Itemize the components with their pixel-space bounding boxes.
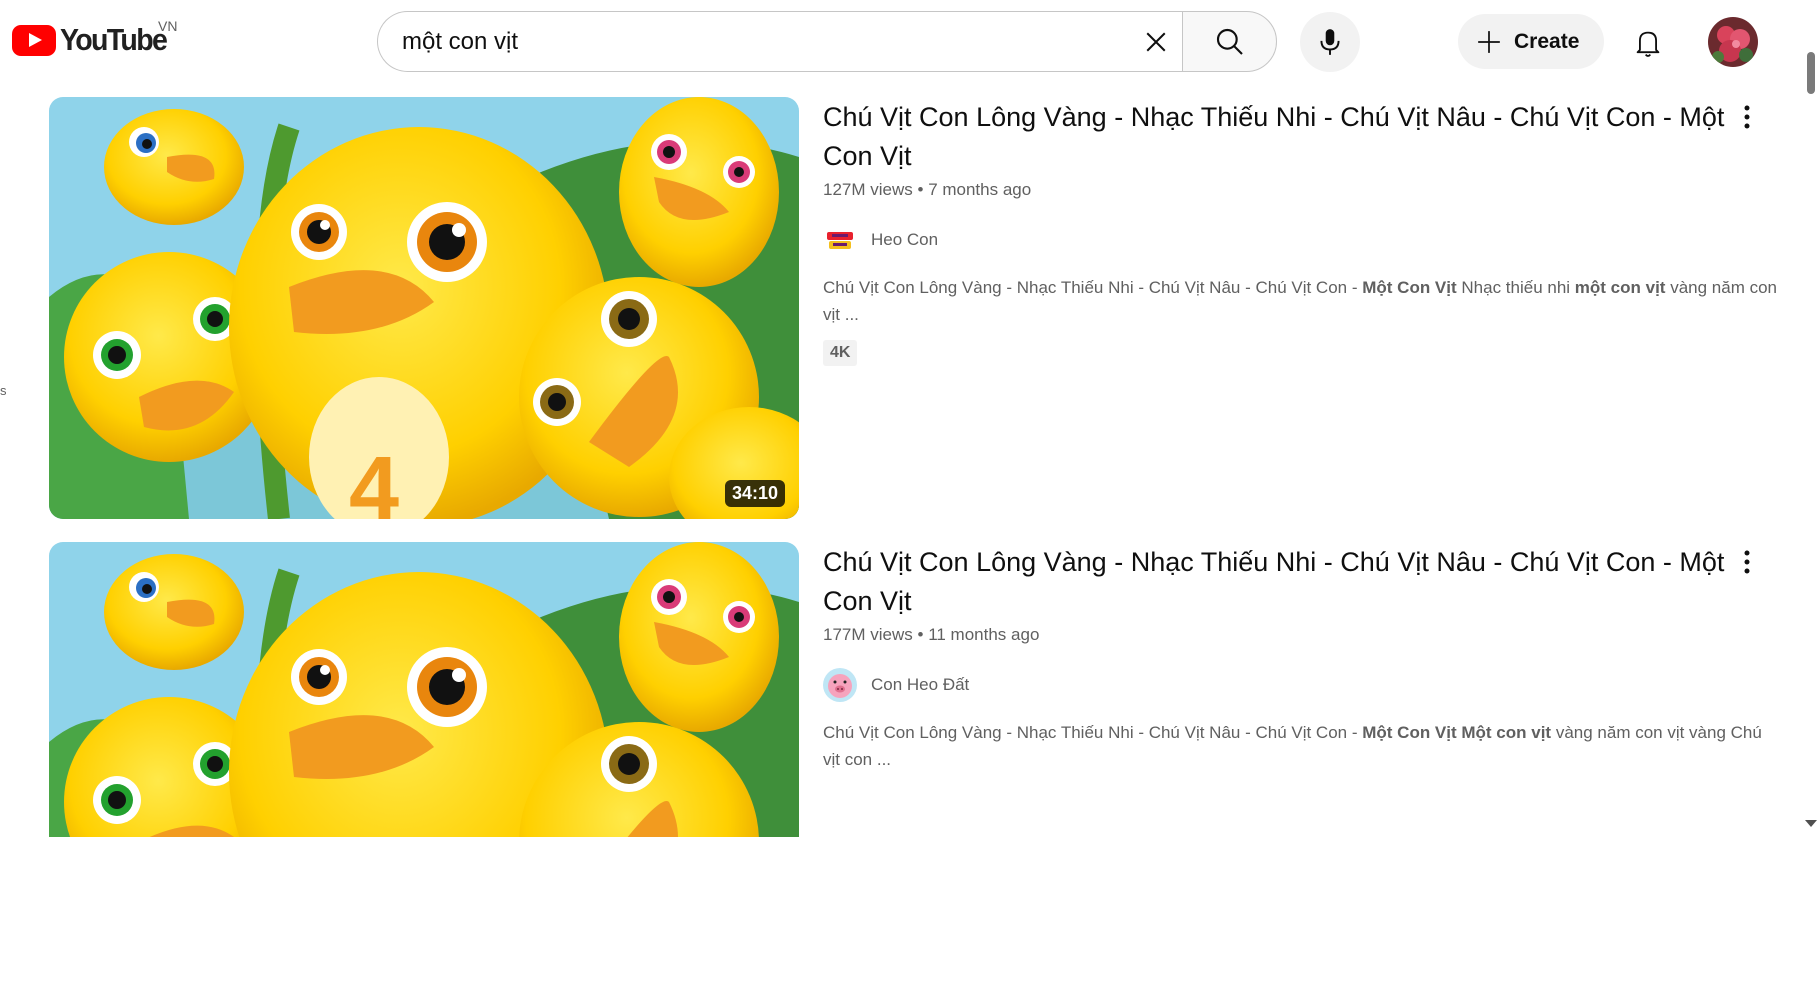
video-thumbnail[interactable] (49, 542, 799, 837)
svg-text:4: 4 (349, 439, 399, 519)
create-label: Create (1514, 29, 1580, 53)
search-icon (1216, 28, 1243, 55)
view-count: 127M views (823, 180, 913, 199)
channel-avatar[interactable] (823, 668, 857, 702)
channel-name[interactable]: Heo Con (871, 230, 938, 250)
notifications-button[interactable] (1622, 17, 1674, 69)
search-input[interactable] (402, 27, 1102, 56)
country-code: VN (158, 18, 178, 34)
masthead: YouTube VN Create (0, 0, 1819, 84)
quality-badge: 4K (823, 340, 858, 366)
channel-link[interactable]: Heo Con (823, 222, 1763, 258)
bell-icon (1636, 31, 1660, 57)
upload-age: 7 months ago (928, 180, 1032, 199)
video-meta: 127M views • 7 months ago (823, 180, 1763, 200)
channel-avatar-image (823, 223, 857, 257)
video-title[interactable]: Chú Vịt Con Lông Vàng - Nhạc Thiếu Nhi -… (823, 98, 1763, 176)
channel-avatar-image (823, 668, 857, 702)
thumbnail-image (49, 542, 799, 837)
view-count: 177M views (823, 625, 913, 644)
video-meta: 177M views • 11 months ago (823, 625, 1763, 645)
more-actions-button[interactable] (1729, 542, 1765, 582)
video-thumbnail[interactable]: 4 34:10 (49, 97, 799, 519)
video-duration: 34:10 (724, 480, 785, 507)
video-description: Chú Vịt Con Lông Vàng - Nhạc Thiếu Nhi -… (823, 278, 1777, 324)
close-icon (1146, 32, 1166, 52)
upload-age: 11 months ago (928, 625, 1040, 644)
youtube-logo-icon (12, 24, 56, 56)
meta-separator: • (917, 625, 929, 644)
more-actions-button[interactable] (1729, 97, 1765, 137)
video-result[interactable]: Chú Vịt Con Lông Vàng - Nhạc Thiếu Nhi -… (49, 542, 1789, 837)
page-scrollbar[interactable] (1802, 40, 1819, 840)
meta-separator: • (917, 180, 929, 199)
scroll-down-arrow-icon[interactable] (1805, 820, 1817, 827)
logo-text: YouTube (60, 22, 168, 57)
video-title[interactable]: Chú Vịt Con Lông Vàng - Nhạc Thiếu Nhi -… (823, 543, 1763, 621)
video-description: Chú Vịt Con Lông Vàng - Nhạc Thiếu Nhi -… (823, 723, 1762, 769)
more-vert-icon (1744, 105, 1750, 129)
more-vert-icon (1744, 550, 1750, 574)
thumbnail-image: 4 (49, 97, 799, 519)
search-box (377, 11, 1182, 72)
avatar-image (1708, 17, 1758, 67)
video-info: Chú Vịt Con Lông Vàng - Nhạc Thiếu Nhi -… (823, 97, 1777, 366)
channel-avatar[interactable] (823, 223, 857, 257)
create-button[interactable]: Create (1458, 14, 1604, 69)
scrollbar-thumb[interactable] (1807, 52, 1815, 94)
plus-icon (1478, 30, 1500, 53)
mic-icon (1320, 29, 1340, 55)
channel-name[interactable]: Con Heo Đất (871, 675, 969, 695)
youtube-logo[interactable]: YouTube (12, 22, 175, 58)
video-info: Chú Vịt Con Lông Vàng - Nhạc Thiếu Nhi -… (823, 542, 1763, 773)
account-avatar[interactable] (1708, 17, 1758, 67)
search-button[interactable] (1182, 11, 1277, 72)
channel-link[interactable]: Con Heo Đất (823, 667, 1763, 703)
clear-search-button[interactable] (1128, 14, 1184, 70)
sidebar-stub-text: s (0, 383, 7, 398)
voice-search-button[interactable] (1300, 12, 1360, 72)
